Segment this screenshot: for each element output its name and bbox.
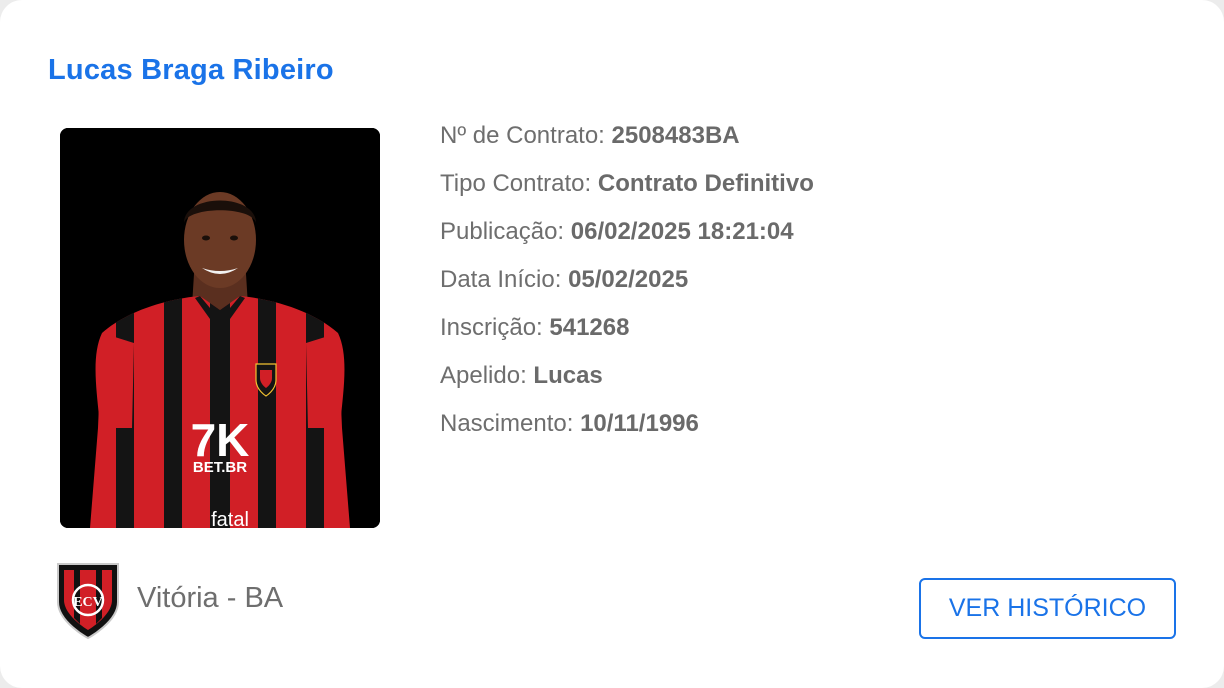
detail-contract-type: Tipo Contrato: Contrato Definitivo <box>440 170 814 197</box>
detail-contract-number: Nº de Contrato: 2508483BA <box>440 122 740 149</box>
shirt-sponsor-sub: BET.BR <box>193 459 247 476</box>
detail-publication: Publicação: 06/02/2025 18:21:04 <box>440 218 794 245</box>
detail-registration: Inscrição: 541268 <box>440 314 630 341</box>
player-name: Lucas Braga Ribeiro <box>48 54 334 86</box>
detail-start-date: Data Início: 05/02/2025 <box>440 266 689 293</box>
detail-nickname: Apelido: Lucas <box>440 362 603 389</box>
svg-text:ECV: ECV <box>73 595 103 610</box>
player-card: Lucas Braga Ribeiro 7K BET.BR fatal Nº d… <box>0 0 1224 688</box>
club-info: ECV Vitória - BA <box>54 560 283 640</box>
view-history-button[interactable]: VER HISTÓRICO <box>919 578 1176 639</box>
detail-birth-date: Nascimento: 10/11/1996 <box>440 410 699 437</box>
contract-details: Nº de Contrato: 2508483BA Tipo Contrato:… <box>440 118 814 454</box>
player-photo: 7K BET.BR fatal <box>60 128 380 528</box>
club-crest-icon: ECV <box>57 563 119 640</box>
shirt-bottom-sponsor: fatal <box>211 509 249 528</box>
club-name: Vitória - BA <box>137 581 284 614</box>
